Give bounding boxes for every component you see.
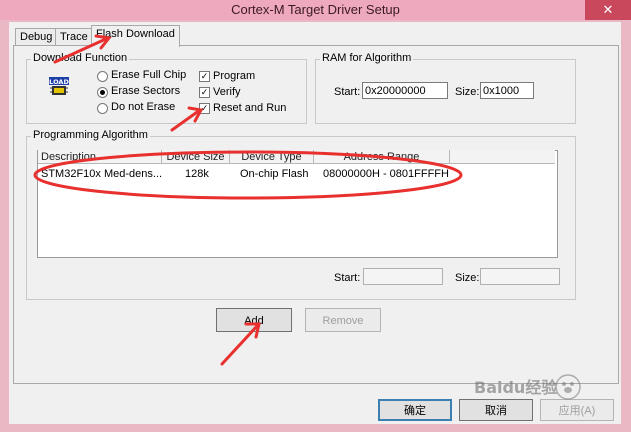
remove-button[interactable]: Remove bbox=[305, 308, 381, 332]
tab-flash-download[interactable]: Flash Download bbox=[91, 25, 180, 47]
ram-size-label: Size: bbox=[455, 86, 480, 98]
erase-full-chip-radio[interactable] bbox=[97, 71, 108, 82]
column-address-range[interactable]: Address Range bbox=[314, 150, 450, 164]
erase-full-chip-label: Erase Full Chip bbox=[111, 69, 187, 81]
baidu-watermark: Baidu经验 bbox=[470, 372, 620, 402]
tab-trace-label: Trace bbox=[60, 31, 88, 43]
svg-text:LOAD: LOAD bbox=[49, 78, 69, 86]
ram-size-input[interactable]: 0x1000 bbox=[480, 82, 534, 99]
tab-debug-label: Debug bbox=[20, 31, 53, 43]
row-device-type: On-chip Flash bbox=[240, 168, 309, 180]
column-description[interactable]: Description bbox=[38, 150, 162, 164]
row-address-range: 08000000H - 0801FFFFH bbox=[323, 168, 449, 180]
svg-text:Baidu经验: Baidu经验 bbox=[474, 378, 558, 397]
tab-flash-download-label: Flash Download bbox=[96, 28, 175, 40]
erase-sectors-label: Erase Sectors bbox=[111, 85, 181, 97]
erase-sectors-radio[interactable] bbox=[97, 87, 108, 98]
ram-algorithm-title: RAM for Algorithm bbox=[320, 52, 414, 65]
window-title: Cortex-M Target Driver Setup bbox=[231, 2, 400, 17]
tab-debug[interactable]: Debug bbox=[15, 28, 58, 46]
do-not-erase-radio[interactable] bbox=[97, 103, 108, 114]
load-chip-icon: LOAD bbox=[48, 76, 70, 96]
window-close-button[interactable]: ✕ bbox=[585, 0, 631, 20]
ram-start-label: Start: bbox=[334, 86, 361, 98]
reset-and-run-label: Reset and Run bbox=[213, 102, 287, 114]
verify-checkbox[interactable]: ✓ bbox=[199, 87, 210, 98]
program-label: Program bbox=[213, 70, 256, 82]
algo-size-label: Size: bbox=[455, 272, 480, 284]
window-title-bar: Cortex-M Target Driver Setup bbox=[0, 0, 631, 20]
close-icon: ✕ bbox=[602, 2, 614, 17]
cancel-button[interactable]: 取消 bbox=[459, 399, 533, 421]
verify-label: Verify bbox=[213, 86, 241, 98]
ram-start-input[interactable]: 0x20000000 bbox=[362, 82, 448, 99]
download-function-title: Download Function bbox=[31, 52, 130, 65]
program-checkbox[interactable]: ✓ bbox=[199, 71, 210, 82]
algo-start-label: Start: bbox=[334, 272, 361, 284]
row-description: STM32F10x Med-dens... bbox=[41, 168, 163, 180]
ok-button[interactable]: 确定 bbox=[378, 399, 452, 421]
do-not-erase-label: Do not Erase bbox=[111, 101, 176, 113]
add-button[interactable]: Add bbox=[216, 308, 292, 332]
column-device-type[interactable]: Device Type bbox=[230, 150, 314, 164]
row-device-size: 128k bbox=[185, 168, 209, 180]
apply-button[interactable]: 应用(A) bbox=[540, 399, 614, 421]
programming-algorithm-title: Programming Algorithm bbox=[31, 129, 150, 142]
column-device-size[interactable]: Device Size bbox=[162, 150, 230, 164]
algo-size-input[interactable] bbox=[480, 268, 560, 285]
tab-trace[interactable]: Trace bbox=[55, 28, 93, 46]
reset-and-run-checkbox[interactable]: ✓ bbox=[199, 103, 210, 114]
algo-start-input[interactable] bbox=[363, 268, 443, 285]
column-filler bbox=[450, 150, 555, 164]
